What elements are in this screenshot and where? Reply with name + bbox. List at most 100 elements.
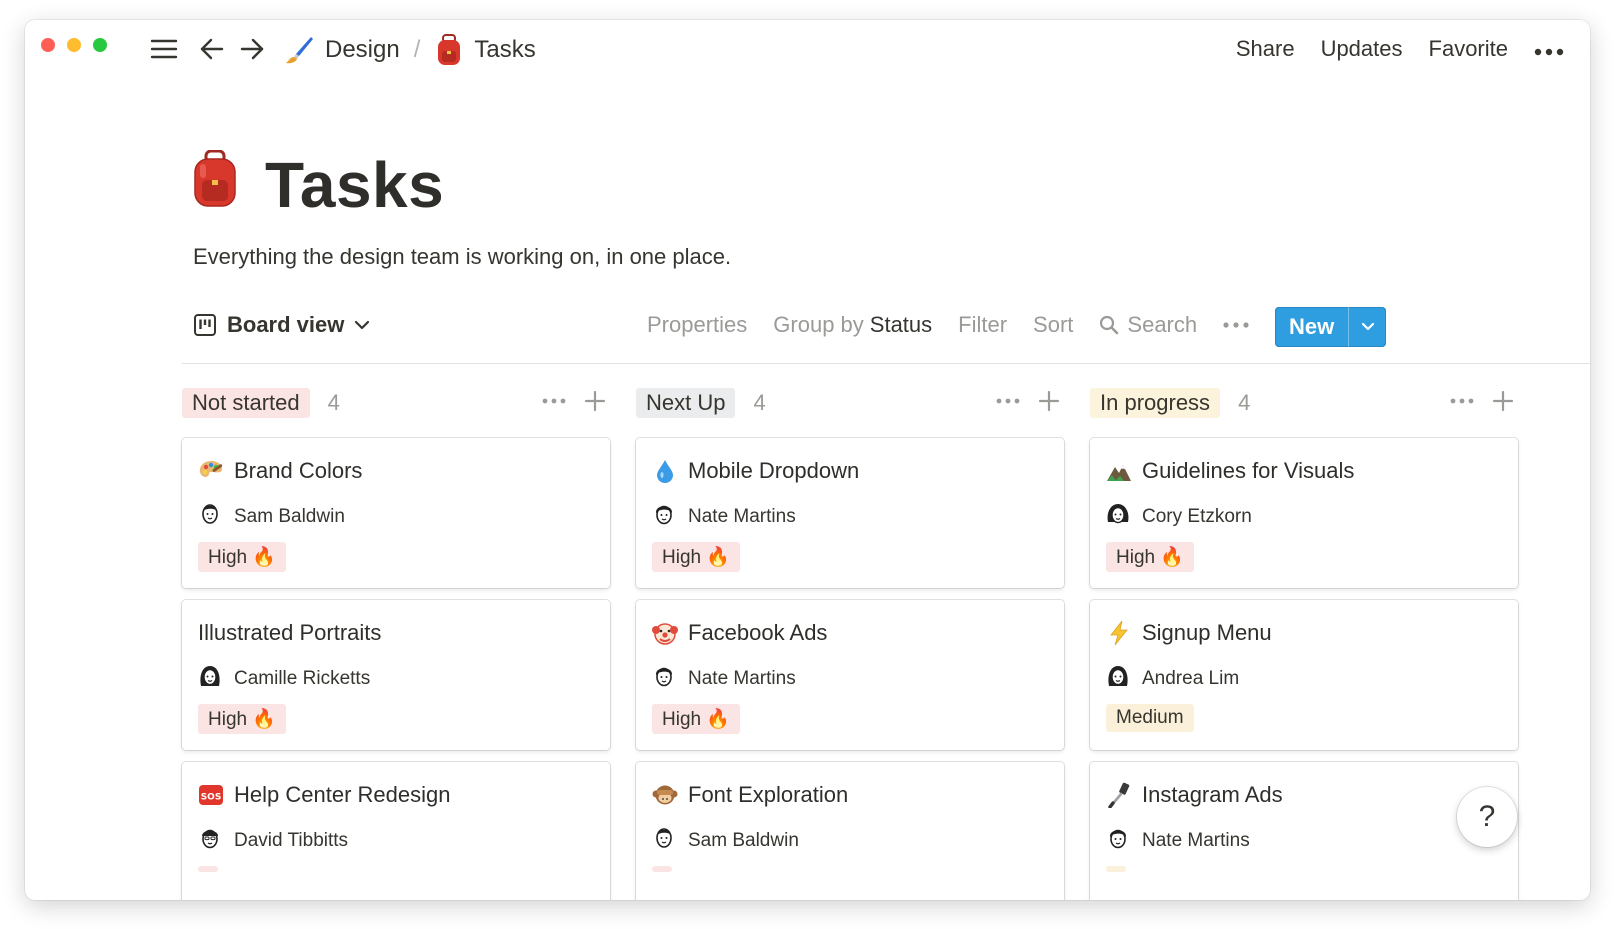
plus-icon: [1492, 390, 1514, 412]
card-title: Font Exploration: [688, 782, 849, 807]
person-avatar-icon: [1109, 829, 1127, 849]
palette-icon: [198, 458, 224, 484]
assignee-name: Andrea Lim: [1142, 668, 1240, 689]
priority-badge: [1106, 866, 1126, 872]
person-avatar-icon: [1108, 666, 1128, 686]
board-view-icon: [194, 314, 216, 336]
group-by-label: Group by: [773, 312, 864, 337]
view-selector[interactable]: Board view: [193, 312, 370, 338]
back-button[interactable]: [197, 32, 227, 66]
column-header: Not started 4: [182, 386, 614, 420]
status-tag[interactable]: Next Up: [636, 388, 736, 418]
close-window-button[interactable]: [41, 38, 55, 52]
column-count: 4: [753, 390, 766, 415]
avatar: [652, 502, 676, 532]
more-options-button[interactable]: [1534, 36, 1564, 62]
group-by-button[interactable]: Group by Status: [773, 312, 932, 338]
column-add-button[interactable]: [1492, 390, 1514, 412]
priority-badge: High 🔥: [652, 704, 741, 734]
avatar: [198, 502, 222, 532]
sidebar-toggle-button[interactable]: [147, 32, 181, 66]
priority-badge: [198, 866, 218, 872]
new-button[interactable]: New: [1275, 307, 1348, 347]
priority-badge: High 🔥: [1106, 542, 1195, 572]
assignee-name: Cory Etzkorn: [1142, 506, 1252, 527]
updates-button[interactable]: Updates: [1321, 36, 1403, 62]
zoom-window-button[interactable]: [93, 38, 107, 52]
favorite-button[interactable]: Favorite: [1429, 36, 1508, 62]
card-title: Brand Colors: [234, 458, 363, 483]
task-card[interactable]: Signup Menu Andrea Lim Medium: [1090, 600, 1518, 750]
toolbar-more-button[interactable]: [1223, 322, 1249, 328]
assignee-name: David Tibbitts: [234, 830, 349, 851]
more-dots-icon: [542, 398, 566, 404]
task-card[interactable]: Illustrated Portraits Camille Ricketts H…: [182, 600, 610, 750]
breadcrumb-tasks[interactable]: Tasks: [434, 34, 536, 66]
properties-button[interactable]: Properties: [647, 312, 747, 338]
task-card[interactable]: Mobile Dropdown Nate Martins High 🔥: [636, 438, 1064, 588]
toolbar-divider: [182, 363, 1590, 364]
breadcrumb: Design / Tasks: [283, 34, 536, 66]
breadcrumb-design[interactable]: Design: [283, 34, 400, 66]
page-icon[interactable]: [191, 149, 239, 213]
droplet-icon: [652, 458, 678, 484]
avatar: [652, 664, 676, 694]
window-controls: [41, 38, 107, 52]
task-card[interactable]: Instagram Ads Nate Martins: [1090, 762, 1518, 900]
more-dots-icon: [1534, 48, 1564, 56]
new-dropdown-button[interactable]: [1348, 307, 1386, 347]
board-toolbar: Properties Group by Status Filter Sort Se…: [647, 312, 1275, 338]
search-button[interactable]: Search: [1099, 312, 1197, 338]
task-card[interactable]: Facebook Ads Nate Martins High 🔥: [636, 600, 1064, 750]
column-count: 4: [1238, 390, 1251, 415]
more-dots-icon: [1450, 398, 1474, 404]
priority-badge: High 🔥: [652, 542, 741, 572]
mountain-icon: [1106, 458, 1132, 484]
person-avatar-icon: [202, 829, 218, 849]
hamburger-icon: [150, 39, 178, 59]
filter-button[interactable]: Filter: [958, 312, 1007, 338]
task-card[interactable]: Brand Colors Sam Baldwin High 🔥: [182, 438, 610, 588]
task-card[interactable]: Font Exploration Sam Baldwin: [636, 762, 1064, 900]
forward-button[interactable]: [237, 32, 267, 66]
column-add-button[interactable]: [1038, 390, 1060, 412]
assignee-name: Nate Martins: [688, 506, 796, 527]
page-description[interactable]: Everything the design team is working on…: [193, 244, 731, 270]
avatar: [1106, 826, 1130, 856]
status-tag[interactable]: In progress: [1090, 388, 1221, 418]
help-button[interactable]: ?: [1457, 787, 1517, 847]
avatar: [198, 826, 222, 856]
backpack-icon: [194, 149, 236, 207]
avatar: [1106, 502, 1130, 532]
column-add-button[interactable]: [584, 390, 606, 412]
breadcrumb-tasks-label: Tasks: [474, 36, 536, 63]
view-selector-label: Board view: [227, 312, 345, 337]
task-card[interactable]: Guidelines for Visuals Cory Etzkorn High…: [1090, 438, 1518, 588]
page-title[interactable]: Tasks: [265, 148, 444, 222]
paintbrush-icon: [286, 37, 313, 64]
sos-icon: SOS: [198, 782, 224, 808]
card-title: Help Center Redesign: [234, 782, 451, 807]
column-more-button[interactable]: [542, 398, 566, 404]
topbar-actions: Share Updates Favorite: [1236, 36, 1564, 62]
person-avatar-icon: [202, 504, 218, 524]
selfie-stick-icon: [1106, 782, 1132, 808]
share-button[interactable]: Share: [1236, 36, 1295, 62]
minimize-window-button[interactable]: [67, 38, 81, 52]
search-label: Search: [1127, 312, 1198, 337]
more-dots-icon: [1223, 322, 1249, 328]
column-more-button[interactable]: [996, 398, 1020, 404]
chevron-down-icon: [1361, 322, 1374, 331]
assignee-name: Sam Baldwin: [688, 830, 799, 851]
svg-text:SOS: SOS: [201, 793, 222, 803]
card-title: Signup Menu: [1142, 620, 1272, 645]
more-dots-icon: [996, 398, 1020, 404]
chevron-down-icon: [355, 320, 370, 330]
task-card[interactable]: SOS Help Center Redesign David Tibbitts: [182, 762, 610, 900]
board-column-next-up: Next Up 4 Mobile Dropdown Nate Martins H…: [636, 386, 1068, 900]
sort-button[interactable]: Sort: [1033, 312, 1073, 338]
status-tag[interactable]: Not started: [182, 388, 310, 418]
avatar: [652, 826, 676, 856]
avatar: [198, 664, 222, 694]
column-more-button[interactable]: [1450, 398, 1474, 404]
